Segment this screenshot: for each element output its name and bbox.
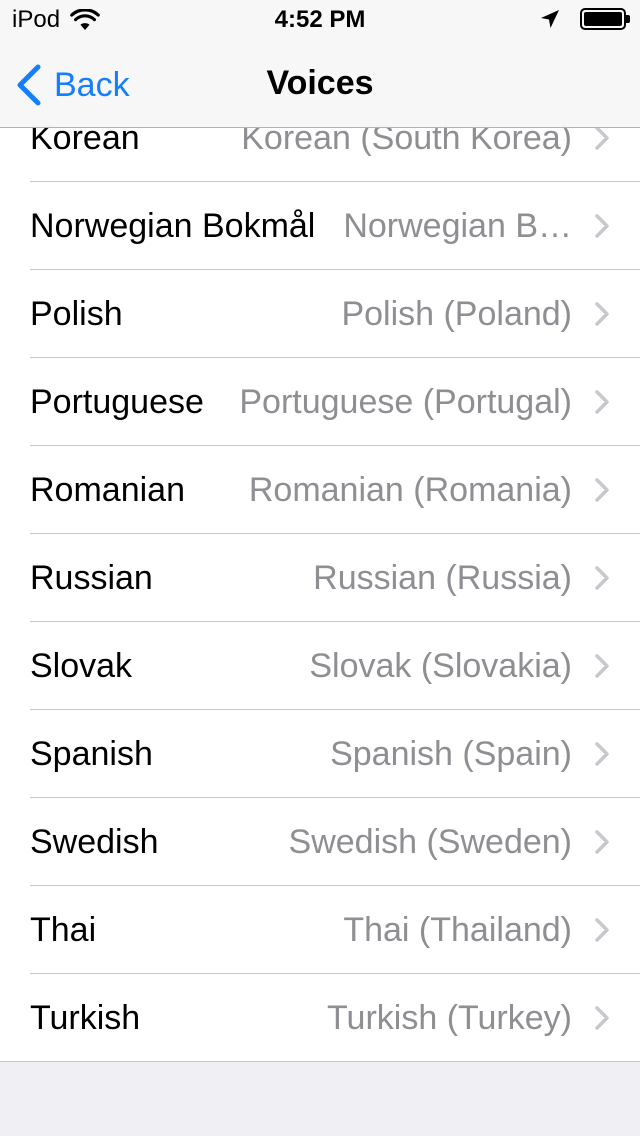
chevron-right-icon — [595, 566, 609, 590]
voice-detail: Romanian (Romania) — [248, 470, 572, 509]
language-label: Polish — [30, 294, 123, 333]
voice-row-polish[interactable]: Polish Polish (Poland) — [0, 270, 640, 358]
voices-screen: iPod 4:52 PM Back Voices Korean Korean (… — [0, 0, 640, 1136]
voice-detail: Turkish (Turkey) — [327, 998, 572, 1037]
voice-row-portuguese[interactable]: Portuguese Portuguese (Portugal) — [0, 358, 640, 446]
language-label: Thai — [30, 910, 97, 949]
chevron-right-icon — [595, 390, 609, 414]
status-right — [540, 8, 630, 30]
chevron-right-icon — [595, 1006, 609, 1030]
location-arrow-icon — [541, 10, 559, 28]
voice-row-russian[interactable]: Russian Russian (Russia) — [0, 534, 640, 622]
language-label: Turkish — [30, 998, 141, 1037]
battery-fill — [584, 12, 622, 26]
voice-detail: Portuguese (Portugal) — [239, 382, 572, 421]
voice-row-turkish[interactable]: Turkish Turkish (Turkey) — [0, 974, 640, 1062]
status-bar: iPod 4:52 PM — [0, 0, 640, 40]
voice-row-spanish[interactable]: Spanish Spanish (Spain) — [0, 710, 640, 798]
voice-detail: Polish (Poland) — [341, 294, 572, 333]
voice-detail: Norwegian B… — [343, 206, 572, 245]
chevron-right-icon — [595, 478, 609, 502]
voice-detail: Thai (Thailand) — [343, 910, 572, 949]
battery-nub — [626, 15, 630, 23]
voices-list: Korean Korean (South Korea) Norwegian Bokm… — [0, 94, 640, 1062]
voice-detail: Swedish (Sweden) — [288, 822, 572, 861]
chevron-right-icon — [595, 214, 609, 238]
language-label: Portuguese — [30, 382, 204, 421]
voice-row-norwegian-bokm-l[interactable]: Norwegian Bokmål Norwegian B… — [0, 182, 640, 270]
chevron-right-icon — [595, 302, 609, 326]
voice-detail: Slovak (Slovakia) — [309, 646, 572, 685]
voice-detail: Spanish (Spain) — [330, 734, 572, 773]
language-label: Russian — [30, 558, 153, 597]
battery-icon — [580, 8, 630, 30]
language-label: Slovak — [30, 646, 133, 685]
chevron-right-icon — [595, 126, 609, 150]
voice-detail: Russian (Russia) — [313, 558, 572, 597]
page-title: Voices — [266, 64, 374, 102]
voice-row-slovak[interactable]: Slovak Slovak (Slovakia) — [0, 622, 640, 710]
voice-row-romanian[interactable]: Romanian Romanian (Romania) — [0, 446, 640, 534]
language-label: Romanian — [30, 470, 185, 509]
chevron-right-icon — [595, 654, 609, 678]
navigation-bar: Back Voices — [0, 40, 640, 128]
chevron-right-icon — [595, 742, 609, 766]
language-label: Norwegian Bokmål — [30, 206, 316, 245]
chevron-right-icon — [595, 830, 609, 854]
language-label: Spanish — [30, 734, 153, 773]
chevron-right-icon — [595, 918, 609, 942]
language-label: Swedish — [30, 822, 159, 861]
voice-row-swedish[interactable]: Swedish Swedish (Sweden) — [0, 798, 640, 886]
voice-row-thai[interactable]: Thai Thai (Thailand) — [0, 886, 640, 974]
